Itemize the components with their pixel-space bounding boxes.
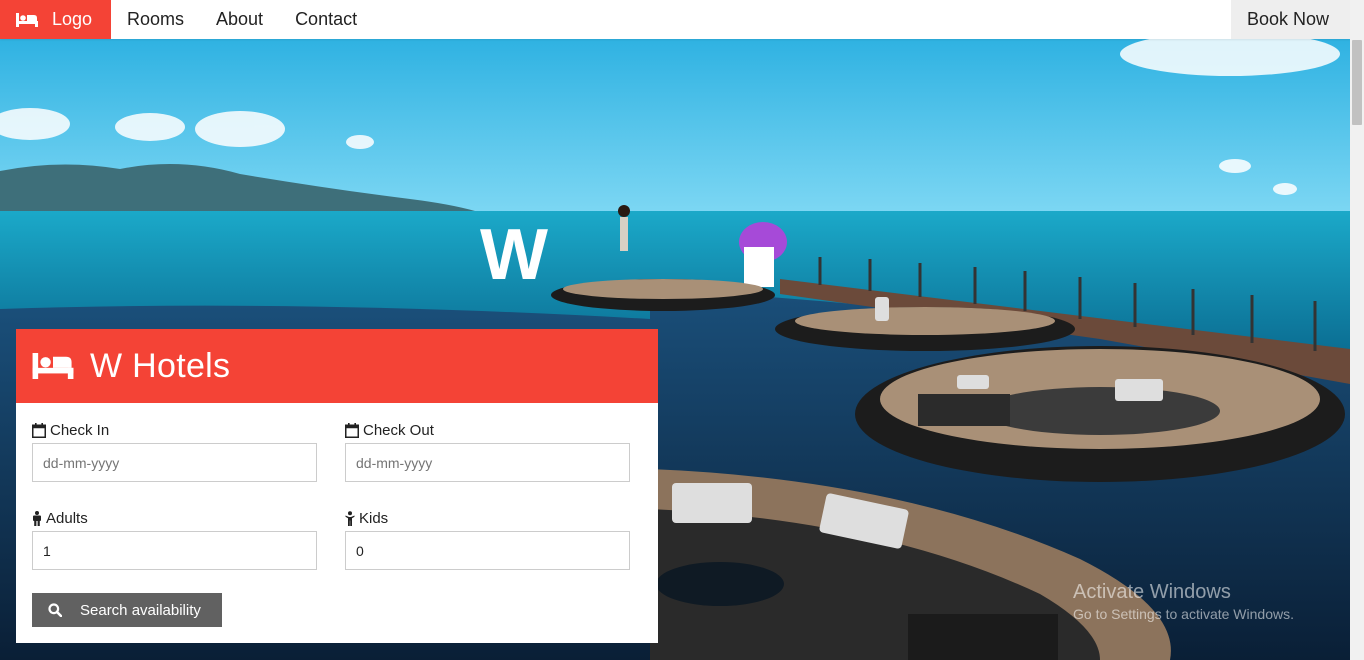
bed-icon [32,353,74,379]
scrollbar-thumb[interactable] [1352,40,1362,125]
bed-icon [16,12,38,27]
search-availability-button[interactable]: Search availability [32,593,222,627]
child-icon [345,510,355,526]
top-navbar: Logo Rooms About Contact Book Now [0,0,1350,39]
booking-title: W Hotels [90,346,231,385]
check-out-group: Check Out [345,421,630,482]
kids-group: Kids [345,509,630,570]
adults-group: Adults [32,509,317,570]
hero-w-sign: W [480,215,548,295]
booking-panel-header: W Hotels [16,329,658,403]
adults-label: Adults [46,509,88,527]
adults-label-row: Adults [32,509,317,527]
watermark-title: Activate Windows [1073,581,1231,603]
check-in-label: Check In [50,421,110,439]
check-out-input[interactable] [345,443,630,482]
calendar-icon [345,422,359,438]
logo-label: Logo [52,9,93,29]
nav-link-rooms[interactable]: Rooms [111,0,200,39]
check-in-input[interactable] [32,443,317,482]
watermark-subtitle: Go to Settings to activate Windows. [1073,606,1294,622]
page-scrollbar[interactable] [1350,0,1364,660]
search-availability-label: Search availability [80,601,201,619]
book-now-button[interactable]: Book Now [1231,0,1350,39]
check-out-label-row: Check Out [345,421,630,439]
check-in-group: Check In [32,421,317,482]
logo-link[interactable]: Logo [0,0,111,39]
nav-link-about[interactable]: About [200,0,279,39]
kids-label: Kids [359,509,389,527]
adults-input[interactable] [32,531,317,570]
check-out-label: Check Out [363,421,434,439]
kids-label-row: Kids [345,509,630,527]
adult-icon [32,510,42,526]
calendar-icon [32,422,46,438]
kids-input[interactable] [345,531,630,570]
search-icon [48,603,62,617]
activate-windows-watermark: Activate Windows Go to Settings to activ… [1073,581,1294,622]
check-in-label-row: Check In [32,421,317,439]
nav-link-contact[interactable]: Contact [279,0,373,39]
booking-panel: W Hotels Check In dd-mm-yyyy Check Out d… [16,329,658,643]
